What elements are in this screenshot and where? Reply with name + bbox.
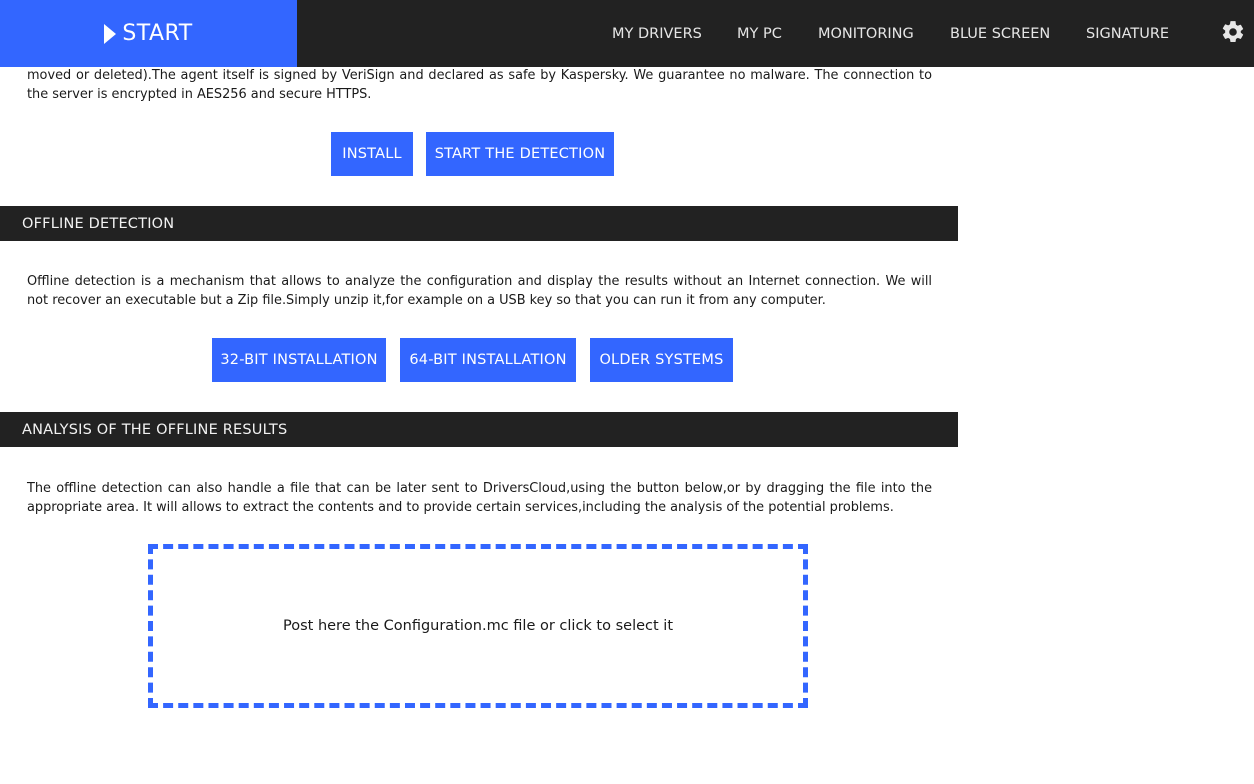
install-64bit-button[interactable]: 64-BIT INSTALLATION <box>400 338 576 382</box>
dropzone-label: Post here the Configuration.mc file or c… <box>283 618 673 634</box>
online-description: moved or deleted).The agent itself is si… <box>27 68 932 102</box>
gear-icon[interactable] <box>1220 19 1246 45</box>
nav-signature[interactable]: SIGNATURE <box>1086 0 1169 67</box>
older-systems-button[interactable]: OLDER SYSTEMS <box>590 338 733 382</box>
top-navigation-bar: START MY DRIVERS MY PC MONITORING BLUE S… <box>0 0 1254 67</box>
play-icon <box>104 23 117 44</box>
offline-description: Offline detection is a mechanism that al… <box>27 274 932 308</box>
nav-my-pc[interactable]: MY PC <box>737 0 782 67</box>
analysis-description: The offline detection can also handle a … <box>27 481 932 515</box>
start-button[interactable]: START <box>0 0 297 67</box>
install-32bit-button[interactable]: 32-BIT INSTALLATION <box>212 338 386 382</box>
install-button[interactable]: INSTALL <box>331 132 413 176</box>
nav-blue-screen[interactable]: BLUE SCREEN <box>950 0 1050 67</box>
analysis-header: ANALYSIS OF THE OFFLINE RESULTS <box>0 412 958 447</box>
file-dropzone[interactable]: Post here the Configuration.mc file or c… <box>148 544 808 708</box>
start-label: START <box>122 21 193 46</box>
nav-monitoring[interactable]: MONITORING <box>818 0 914 67</box>
offline-detection-header: OFFLINE DETECTION <box>0 206 958 241</box>
start-detection-button[interactable]: START THE DETECTION <box>426 132 614 176</box>
nav-my-drivers[interactable]: MY DRIVERS <box>612 0 702 67</box>
